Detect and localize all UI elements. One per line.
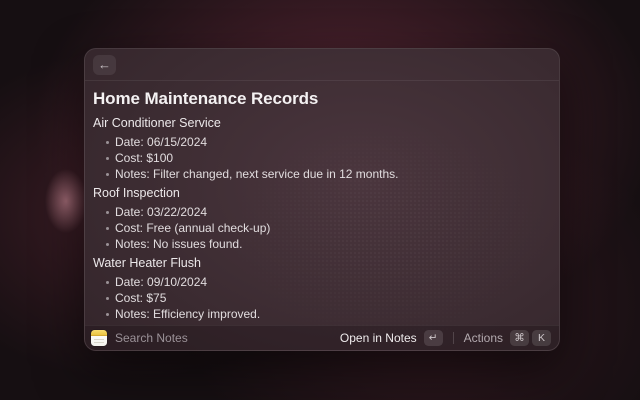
back-button[interactable]: ← <box>93 55 116 75</box>
section-heading: Water Heater Flush <box>93 256 543 271</box>
window-header: ← <box>85 49 559 81</box>
k-key-icon: K <box>532 330 551 346</box>
bullet-item: Cost: $75 <box>115 290 543 306</box>
bullet-item: Cost: Free (annual check-up) <box>115 220 543 236</box>
command-key-icon: ⌘ <box>510 330 529 346</box>
command-palette-window: ← Home Maintenance Records Air Condition… <box>84 48 560 351</box>
bullet-item: Notes: Filter changed, next service due … <box>115 166 543 182</box>
return-key-icon: ↵ <box>424 330 443 346</box>
actions-button[interactable]: Actions ⌘ K <box>464 330 551 346</box>
page-title: Home Maintenance Records <box>93 89 543 109</box>
bullet-item: Date: 06/15/2024 <box>115 134 543 150</box>
bullet-item: Date: 03/22/2024 <box>115 204 543 220</box>
bullet-list: Date: 03/22/2024 Cost: Free (annual chec… <box>93 204 543 252</box>
note-detail-content: Home Maintenance Records Air Conditioner… <box>85 81 559 325</box>
record-section: Air Conditioner Service Date: 06/15/2024… <box>93 116 543 182</box>
section-heading: Roof Inspection <box>93 186 543 201</box>
command-name-label: Search Notes <box>115 331 188 345</box>
back-arrow-icon: ← <box>98 58 111 71</box>
window-footer: Search Notes Open in Notes ↵ Actions ⌘ K <box>85 325 559 350</box>
bullet-list: Date: 06/15/2024 Cost: $100 Notes: Filte… <box>93 134 543 182</box>
bullet-item: Cost: $100 <box>115 150 543 166</box>
open-in-notes-button[interactable]: Open in Notes ↵ <box>340 330 443 346</box>
bullet-item: Notes: No issues found. <box>115 236 543 252</box>
footer-divider <box>453 332 454 344</box>
footer-actions: Open in Notes ↵ Actions ⌘ K <box>340 330 551 346</box>
open-in-notes-label: Open in Notes <box>340 331 417 345</box>
bullet-list: Date: 09/10/2024 Cost: $75 Notes: Effici… <box>93 274 543 322</box>
actions-label: Actions <box>464 331 503 345</box>
record-section: Water Heater Flush Date: 09/10/2024 Cost… <box>93 256 543 322</box>
notes-app-icon <box>91 330 107 346</box>
section-heading: Air Conditioner Service <box>93 116 543 131</box>
bullet-item: Date: 09/10/2024 <box>115 274 543 290</box>
bullet-item: Notes: Efficiency improved. <box>115 306 543 322</box>
record-section: Roof Inspection Date: 03/22/2024 Cost: F… <box>93 186 543 252</box>
